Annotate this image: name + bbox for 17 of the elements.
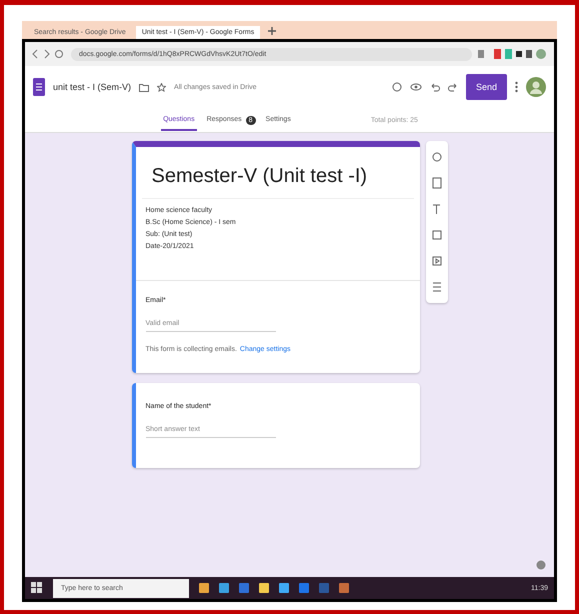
folder-icon[interactable] [139,82,150,92]
title-icon[interactable] [432,203,442,215]
avatar-icon[interactable] [526,77,546,97]
form-title[interactable]: unit test - I (Sem-V) [53,82,132,92]
star-icon[interactable] [157,82,166,92]
send-button[interactable]: Send [466,74,507,100]
extension-icons[interactable] [478,48,548,60]
eye-icon[interactable] [410,82,422,92]
section-icon[interactable] [432,281,442,293]
start-icon[interactable] [31,582,43,594]
navigation-icon[interactable] [31,49,65,59]
redo-icon[interactable] [448,82,458,92]
undo-icon[interactable] [430,82,440,92]
video-icon[interactable] [432,255,442,267]
forms-logo-icon[interactable] [33,78,45,96]
more-icon[interactable] [515,81,518,93]
form-heading[interactable]: Semester-V (Unit test -I) [142,147,414,199]
